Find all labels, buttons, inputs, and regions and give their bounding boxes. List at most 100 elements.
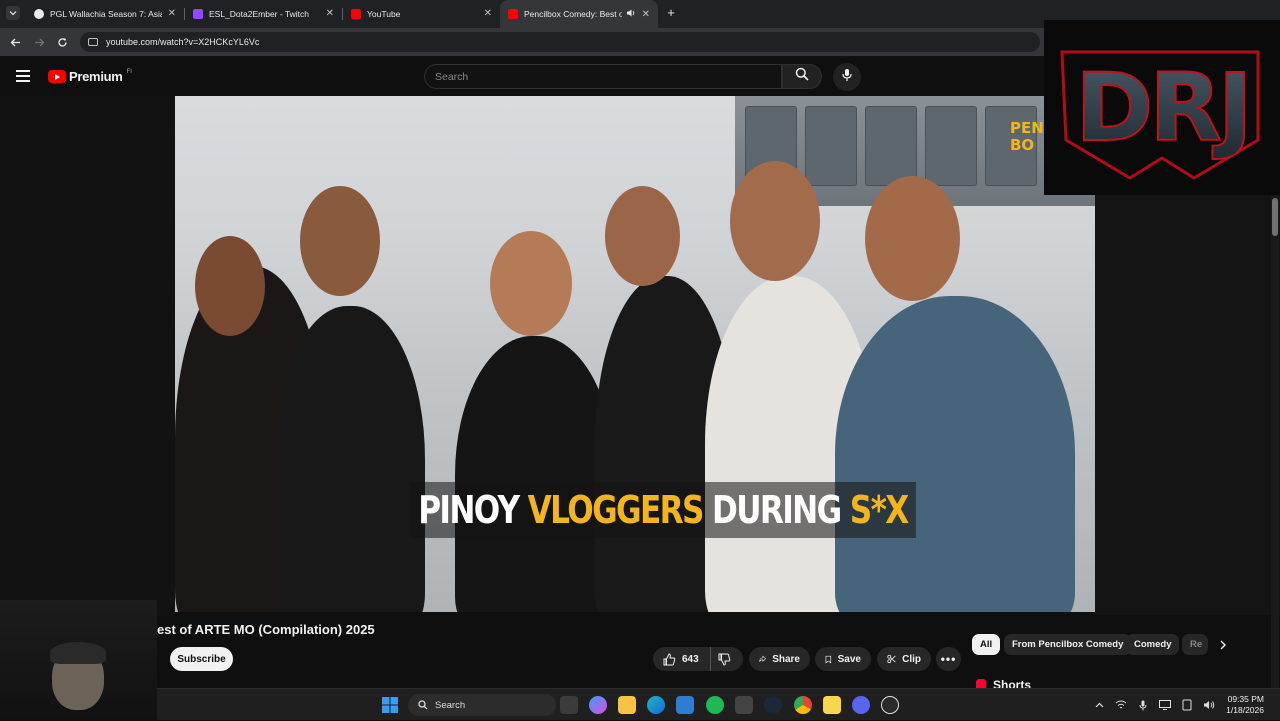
youtube-play-logo-icon	[48, 70, 66, 83]
obs-icon[interactable]	[881, 696, 899, 714]
tab-close-icon[interactable]: ✕	[168, 8, 176, 19]
taskbar-search-label: Search	[435, 699, 466, 711]
voice-search-button[interactable]	[833, 63, 861, 91]
battery-icon[interactable]	[1180, 698, 1194, 712]
microphone-icon	[841, 68, 853, 87]
system-tray: 09:35 PM 1/18/2026	[1088, 689, 1280, 721]
tab-title: YouTube	[367, 8, 401, 19]
chevron-up-icon[interactable]	[1092, 698, 1106, 712]
person-figure	[605, 186, 680, 286]
chip-all[interactable]: All	[972, 634, 1001, 655]
chip-from-pencilbox[interactable]: From Pencilbox Comedy	[1004, 634, 1132, 655]
more-actions-button[interactable]: •••	[936, 647, 961, 671]
clip-button[interactable]: Clip	[877, 647, 931, 671]
webcam-person-figure	[50, 642, 106, 664]
tab-favicon-icon	[34, 8, 44, 19]
tab-close-icon[interactable]: ✕	[484, 8, 492, 19]
speaker-icon[interactable]	[626, 8, 636, 20]
drj-logo-icon: DRJ	[1060, 50, 1260, 180]
sticky-notes-icon[interactable]	[823, 696, 841, 714]
streamer-logo-overlay: DRJ	[1044, 20, 1280, 195]
tab-title: Pencilbox Comedy: Best of	[524, 9, 622, 19]
share-button[interactable]: Share	[749, 647, 810, 671]
bookmark-icon	[825, 655, 832, 663]
watermark-line: PENC	[1010, 119, 1055, 137]
windows-start-icon[interactable]	[381, 696, 399, 714]
browser-tab-twitch[interactable]: ESL_Dota2Ember - Twitch ✕	[185, 3, 342, 24]
discord-icon[interactable]	[852, 696, 870, 714]
video-caption-overlay: PINOY VLOGGERS DURING S*X	[410, 482, 916, 538]
watermark-line: BO	[1010, 135, 1035, 154]
more-horizontal-icon: •••	[940, 652, 957, 666]
caption-part: PINOY	[418, 488, 528, 532]
youtube-icon	[351, 8, 361, 19]
like-count: 643	[682, 653, 699, 665]
new-tab-icon[interactable]: +	[664, 6, 678, 20]
like-dislike-group: 643	[653, 647, 743, 671]
chevron-right-icon[interactable]	[1212, 634, 1234, 655]
tab-title: ESL_Dota2Ember - Twitch	[209, 8, 309, 19]
clock-date: 1/18/2026	[1226, 705, 1264, 715]
clip-label: Clip	[902, 653, 921, 665]
tab-close-icon[interactable]: ✕	[642, 9, 650, 20]
windows-taskbar: Search 09:35 PM 1/18/2026	[157, 688, 1280, 720]
microphone-icon[interactable]	[1136, 698, 1150, 712]
person-figure	[300, 186, 380, 296]
browser-tab-pencilbox[interactable]: Pencilbox Comedy: Best of ✕	[500, 0, 658, 28]
browser-tab-youtube[interactable]: YouTube ✕	[343, 3, 500, 24]
back-arrow-icon[interactable]	[6, 33, 24, 51]
display-icon[interactable]	[1158, 698, 1172, 712]
tab-search-dropdown-icon[interactable]	[6, 6, 20, 20]
reload-icon[interactable]	[53, 33, 71, 51]
chrome-icon[interactable]	[794, 696, 812, 714]
save-button[interactable]: Save	[815, 647, 871, 671]
search-placeholder: Search	[435, 70, 469, 83]
copilot-icon[interactable]	[589, 696, 607, 714]
task-view-icon[interactable]	[560, 696, 578, 714]
caption-highlight: S*X	[849, 488, 909, 532]
search-icon	[418, 700, 428, 710]
site-info-icon[interactable]	[88, 38, 98, 46]
taskbar-search-box[interactable]: Search	[408, 694, 556, 716]
scrollbar-thumb[interactable]	[1272, 198, 1278, 236]
video-player-background	[1095, 195, 1280, 615]
taskbar-clock[interactable]: 09:35 PM 1/18/2026	[1226, 694, 1264, 717]
save-label: Save	[837, 653, 861, 665]
dislike-button[interactable]	[711, 647, 743, 671]
scrollbar-track[interactable]	[1271, 196, 1279, 688]
chip-comedy[interactable]: Comedy	[1126, 634, 1180, 655]
store-icon[interactable]	[676, 696, 694, 714]
youtube-icon	[508, 9, 518, 19]
person-figure	[730, 161, 820, 281]
search-icon	[795, 67, 809, 86]
logo-text: Premium	[69, 69, 123, 84]
caption-highlight: VLOGGERS	[527, 488, 705, 532]
scissors-icon	[887, 654, 896, 664]
forward-arrow-icon[interactable]	[30, 33, 48, 51]
share-label: Share	[772, 653, 800, 665]
browser-tab-pgl[interactable]: PGL Wallachia Season 7: Asia C ✕	[26, 3, 184, 24]
video-player-background	[0, 96, 175, 616]
edge-icon[interactable]	[647, 696, 665, 714]
network-icon[interactable]	[1114, 698, 1128, 712]
person-figure	[490, 231, 572, 336]
like-button[interactable]: 643	[653, 647, 711, 671]
twitch-icon	[193, 8, 203, 19]
pencilbox-watermark: PENC BO	[1010, 119, 1055, 168]
address-bar[interactable]: youtube.com/watch?v=X2HCKcYL6Vc	[80, 32, 1040, 52]
country-code: FI	[126, 68, 132, 75]
search-button[interactable]	[782, 64, 822, 89]
tab-close-icon[interactable]: ✕	[326, 8, 334, 19]
clock-time: 09:35 PM	[1227, 693, 1264, 704]
spotify-icon[interactable]	[706, 696, 724, 714]
steam-icon[interactable]	[764, 696, 782, 714]
volume-icon[interactable]	[1202, 698, 1216, 712]
file-explorer-icon[interactable]	[618, 696, 636, 714]
chip-related[interactable]: Re	[1182, 634, 1208, 655]
video-player[interactable]: PENC BO PINOY VLOGGERS DURING S*X	[175, 96, 1095, 612]
search-input[interactable]: Search	[424, 64, 782, 89]
subscribe-button[interactable]: Subscribe	[170, 647, 233, 671]
hamburger-menu-icon[interactable]	[16, 70, 30, 82]
app-hexagon-icon[interactable]	[735, 696, 753, 714]
youtube-premium-logo[interactable]: Premium FI	[48, 69, 132, 84]
